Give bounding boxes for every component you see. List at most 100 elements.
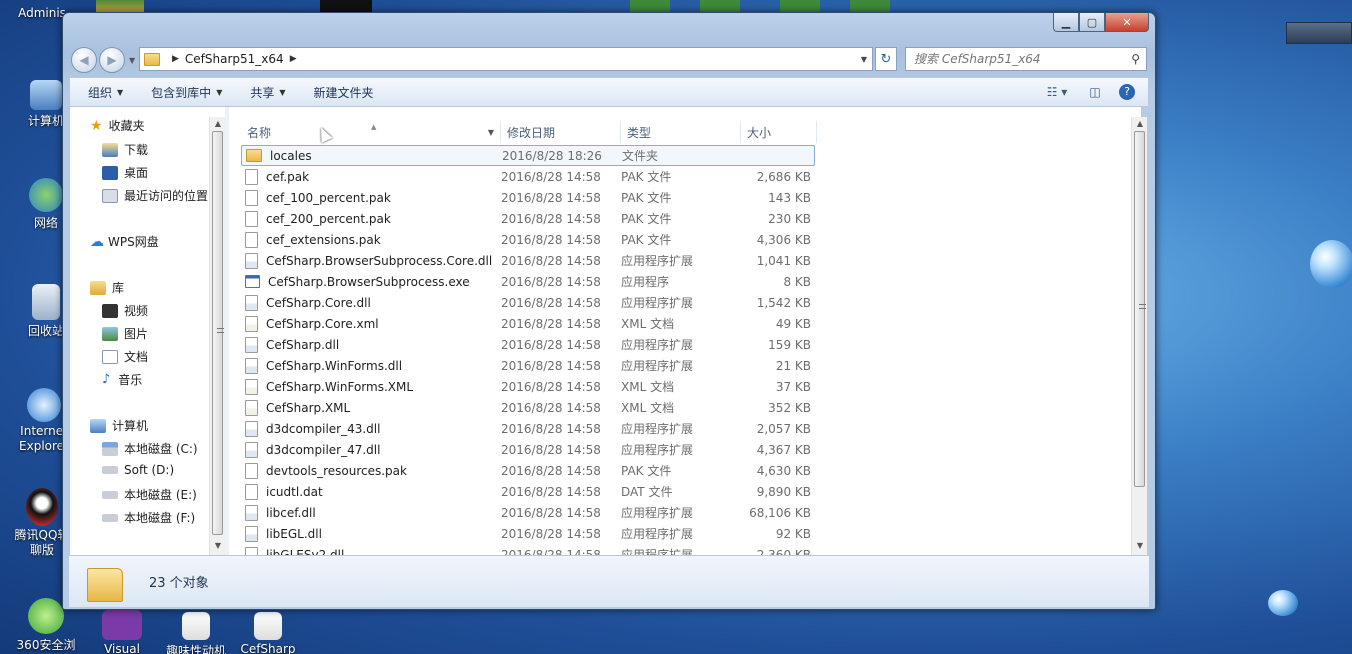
file-row[interactable]: cef.pak 2016/8/28 14:58 PAK 文件 2,686 KB xyxy=(241,166,815,187)
nav-item-pictures[interactable]: 图片 xyxy=(102,325,148,342)
column-name-header[interactable]: 名称 ▲ ▼ xyxy=(241,121,501,143)
file-name-cell[interactable]: cef.pak xyxy=(241,168,501,185)
nav-item-drive-f[interactable]: 本地磁盘 (F:) xyxy=(102,509,195,526)
file-name-cell[interactable]: locales xyxy=(242,149,502,163)
file-name-cell[interactable]: devtools_resources.pak xyxy=(241,462,501,479)
file-scrollbar[interactable]: ▲ ▼ xyxy=(1131,117,1147,555)
file-name-cell[interactable]: cef_extensions.pak xyxy=(241,231,501,248)
nav-scroll-thumb[interactable] xyxy=(212,131,224,535)
scroll-up-icon[interactable]: ▲ xyxy=(210,119,226,128)
nav-item-drive-d[interactable]: Soft (D:) xyxy=(102,463,174,477)
scroll-down-icon[interactable]: ▼ xyxy=(210,541,226,550)
breadcrumb-chevron-icon[interactable]: ▶ xyxy=(172,54,179,64)
refresh-button[interactable]: ↻ xyxy=(875,47,897,71)
file-name-cell[interactable]: d3dcompiler_43.dll xyxy=(241,420,501,437)
nav-item-wps[interactable]: ☁ WPS网盘 xyxy=(90,233,159,250)
breadcrumb-item[interactable]: CefSharp51_x64 xyxy=(185,52,284,66)
file-row[interactable]: cef_extensions.pak 2016/8/28 14:58 PAK 文件 4… xyxy=(241,229,815,250)
search-icon[interactable]: ⚲ xyxy=(1131,52,1140,66)
organize-menu[interactable]: 组织 ▼ xyxy=(70,84,133,101)
back-button[interactable]: ◀ xyxy=(71,47,97,73)
file-date: 2016/8/28 14:58 xyxy=(501,526,601,541)
file-name-cell[interactable]: CefSharp.WinForms.dll xyxy=(241,357,501,374)
file-row[interactable]: CefSharp.BrowserSubprocess.exe 2016/8/28 … xyxy=(241,271,815,292)
nav-item-recent[interactable]: 最近访问的位置 xyxy=(102,187,208,204)
file-row[interactable]: CefSharp.Core.xml 2016/8/28 14:58 XML 文档 49… xyxy=(241,313,815,334)
view-options-button[interactable]: ☷ ▾ xyxy=(1040,83,1074,101)
file-row[interactable]: locales 2016/8/28 18:26 文件夹 xyxy=(241,145,815,166)
nav-item-videos[interactable]: 视频 xyxy=(102,302,148,319)
navigation-pane: ★ 收藏夹 下载 桌面 最近访问的位置 ☁ WPS网盘 库 视频 图片 文档 ♪… xyxy=(69,107,225,555)
file-name-cell[interactable]: d3dcompiler_47.dll xyxy=(241,441,501,458)
close-button[interactable]: ✕ xyxy=(1105,13,1149,32)
column-filter-icon[interactable]: ▼ xyxy=(488,128,494,137)
forward-button[interactable]: ▶ xyxy=(99,47,125,73)
preview-pane-icon: ◫ xyxy=(1089,85,1101,99)
nav-item-computer[interactable]: 计算机 xyxy=(90,417,148,434)
desktop-icon-quweixing[interactable]: 趣味性动机 xyxy=(164,612,228,654)
share-menu[interactable]: 共享 ▼ xyxy=(232,84,295,101)
file-name-cell[interactable]: CefSharp.BrowserSubprocess.Core.dll xyxy=(241,252,501,269)
new-folder-button[interactable]: 新建文件夹 xyxy=(296,84,384,101)
nav-scrollbar[interactable]: ▲ ▼ xyxy=(209,117,225,555)
nav-item-favorites[interactable]: ★ 收藏夹 xyxy=(90,117,145,134)
file-row[interactable]: icudtl.dat 2016/8/28 14:58 DAT 文件 9,890 KB xyxy=(241,481,815,502)
file-name-cell[interactable]: libEGL.dll xyxy=(241,525,501,542)
nav-item-music[interactable]: ♪ 音乐 xyxy=(102,371,142,388)
file-row[interactable]: devtools_resources.pak 2016/8/28 14:58 PAK… xyxy=(241,460,815,481)
file-name-cell[interactable]: cef_100_percent.pak xyxy=(241,189,501,206)
breadcrumb-chevron-icon[interactable]: ▶ xyxy=(290,54,297,64)
file-row[interactable]: CefSharp.dll 2016/8/28 14:58 应用程序扩展 159 KB xyxy=(241,334,815,355)
search-box[interactable]: ⚲ xyxy=(905,47,1147,71)
file-row[interactable]: cef_100_percent.pak 2016/8/28 14:58 PAK 文件… xyxy=(241,187,815,208)
help-button[interactable]: ? xyxy=(1116,83,1138,101)
arrow-left-icon: ◀ xyxy=(79,53,89,67)
file-row[interactable]: CefSharp.Core.dll 2016/8/28 14:58 应用程序扩展 1,… xyxy=(241,292,815,313)
column-type-header[interactable]: 类型 xyxy=(621,121,741,143)
file-name-cell[interactable]: CefSharp.BrowserSubprocess.exe xyxy=(241,275,501,289)
nav-item-desktop[interactable]: 桌面 xyxy=(102,164,148,181)
mini-toolbar[interactable] xyxy=(1286,22,1352,44)
desktop-icon-visual[interactable]: Visual xyxy=(90,610,154,654)
preview-pane-button[interactable]: ◫ xyxy=(1084,83,1106,101)
file-scroll-thumb[interactable] xyxy=(1134,131,1146,487)
desktop-icon-cefsharp[interactable]: CefSharp xyxy=(236,612,300,654)
desktop-icon-label: CefSharp xyxy=(240,642,296,654)
file-name-cell[interactable]: cef_200_percent.pak xyxy=(241,210,501,227)
recent-pages-dropdown[interactable]: ▼ xyxy=(129,56,135,65)
file-row[interactable]: CefSharp.WinForms.dll 2016/8/28 14:58 应用程序… xyxy=(241,355,815,376)
nav-item-drive-e[interactable]: 本地磁盘 (E:) xyxy=(102,486,197,503)
file-row[interactable]: CefSharp.WinForms.XML 2016/8/28 14:58 XML … xyxy=(241,376,815,397)
nav-item-drive-c[interactable]: 本地磁盘 (C:) xyxy=(102,440,198,457)
search-input[interactable] xyxy=(914,52,1114,66)
file-row[interactable]: CefSharp.BrowserSubprocess.Core.dll 2016/… xyxy=(241,250,815,271)
file-name-cell[interactable]: libGLESv2.dll xyxy=(241,546,501,555)
file-row[interactable]: libGLESv2.dll 2016/8/28 14:58 应用程序扩展 2,360 … xyxy=(241,544,815,555)
file-name: cef_100_percent.pak xyxy=(266,190,391,205)
file-row[interactable]: CefSharp.XML 2016/8/28 14:58 XML 文档 352 KB xyxy=(241,397,815,418)
file-name-cell[interactable]: CefSharp.dll xyxy=(241,336,501,353)
file-name-cell[interactable]: CefSharp.XML xyxy=(241,399,501,416)
minimize-button[interactable]: ▁ xyxy=(1053,13,1079,32)
nav-item-library[interactable]: 库 xyxy=(90,279,124,296)
scroll-down-icon[interactable]: ▼ xyxy=(1132,541,1148,550)
maximize-button[interactable]: ▢ xyxy=(1079,13,1105,32)
file-name-cell[interactable]: CefSharp.Core.xml xyxy=(241,315,501,332)
file-name-cell[interactable]: icudtl.dat xyxy=(241,483,501,500)
file-row[interactable]: libEGL.dll 2016/8/28 14:58 应用程序扩展 92 KB xyxy=(241,523,815,544)
column-date-header[interactable]: 修改日期 xyxy=(501,121,621,143)
column-size-header[interactable]: 大小 xyxy=(741,121,817,143)
nav-item-downloads[interactable]: 下载 xyxy=(102,141,148,158)
scroll-up-icon[interactable]: ▲ xyxy=(1132,119,1148,128)
nav-item-documents[interactable]: 文档 xyxy=(102,348,148,365)
file-name-cell[interactable]: CefSharp.Core.dll xyxy=(241,294,501,311)
file-name-cell[interactable]: CefSharp.WinForms.XML xyxy=(241,378,501,395)
file-row[interactable]: cef_200_percent.pak 2016/8/28 14:58 PAK 文件… xyxy=(241,208,815,229)
include-in-library-menu[interactable]: 包含到库中 ▼ xyxy=(133,84,232,101)
address-bar[interactable]: ▶ CefSharp51_x64 ▶ ▼ xyxy=(139,47,873,71)
address-dropdown-icon[interactable]: ▼ xyxy=(856,55,872,64)
file-row[interactable]: libcef.dll 2016/8/28 14:58 应用程序扩展 68,106 KB xyxy=(241,502,815,523)
file-row[interactable]: d3dcompiler_47.dll 2016/8/28 14:58 应用程序扩展 4… xyxy=(241,439,815,460)
file-row[interactable]: d3dcompiler_43.dll 2016/8/28 14:58 应用程序扩展 2… xyxy=(241,418,815,439)
file-name-cell[interactable]: libcef.dll xyxy=(241,504,501,521)
